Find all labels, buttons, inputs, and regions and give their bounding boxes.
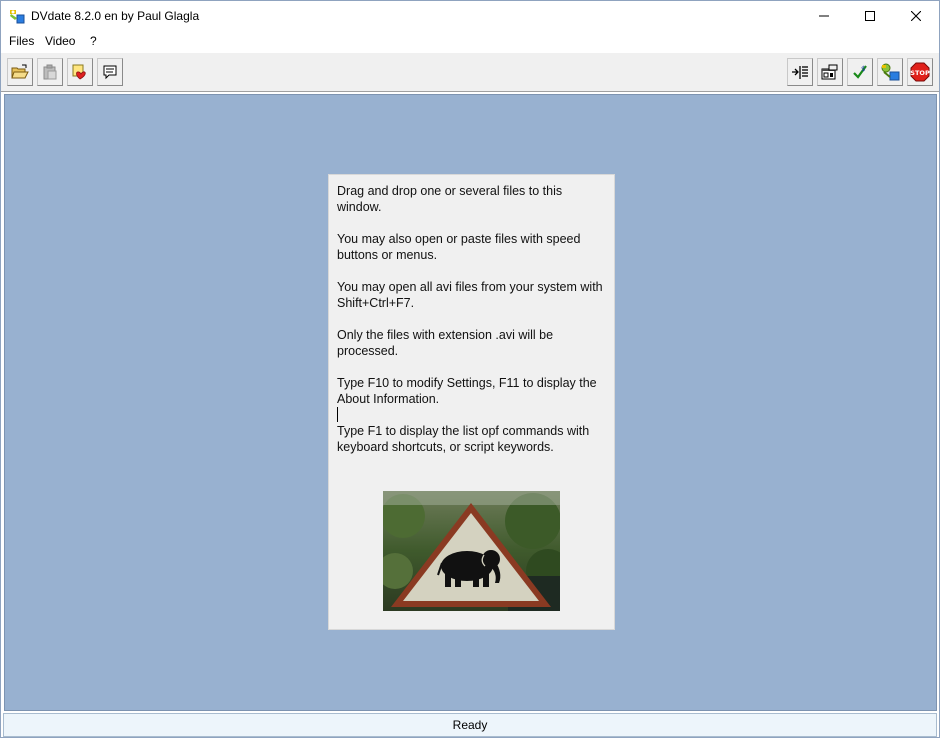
instructions-panel: Drag and drop one or several files to th… [328,174,615,630]
settings-dialog-icon [821,64,838,80]
paste-clipboard-icon [43,64,57,80]
list-arrow-icon [792,66,808,79]
checkmark-icon: $ [853,65,867,79]
heart-document-icon [72,64,86,80]
speech-bubble-icon [103,65,117,80]
close-icon [911,11,921,21]
menu-files[interactable]: Files [9,34,34,48]
favorites-button[interactable] [67,58,93,86]
instruction-drag-drop: Drag and drop one or several files to th… [337,184,563,214]
status-text: Ready [452,718,488,732]
stop-button[interactable]: STOP [907,58,933,86]
menu-video[interactable]: Video [45,34,75,48]
application-window: DVdate 8.2.0 en by Paul Glagla Files Vid… [0,0,940,738]
instruction-extension: Only the files with extension .avi will … [337,328,554,358]
svg-text:$: $ [861,65,865,73]
comment-button[interactable] [97,58,123,86]
paste-files-button[interactable] [37,58,63,86]
instructions-text: Drag and drop one or several files to th… [337,183,609,471]
about-info-icon [881,63,900,81]
instruction-open-paste: You may also open or paste files with sp… [337,232,581,262]
instruction-settings: Type F10 to modify Settings, F11 to disp… [337,376,597,406]
close-button[interactable] [893,1,939,31]
open-folder-icon [11,64,29,79]
svg-text:STOP: STOP [910,69,930,77]
toolbar: $ STOP [1,52,939,92]
text-caret-line [337,407,609,423]
about-button[interactable] [877,58,903,86]
minimize-icon [819,15,829,17]
menu-bar: Files Video ? [1,32,939,51]
instruction-commands: Type F1 to display the list opf commands… [337,424,590,454]
check-button[interactable]: $ [847,58,873,86]
drop-area[interactable]: Drag and drop one or several files to th… [4,94,937,711]
app-icon[interactable] [9,8,25,24]
maximize-button[interactable] [847,1,893,31]
minimize-button[interactable] [801,1,847,31]
title-bar[interactable]: DVdate 8.2.0 en by Paul Glagla [1,1,939,31]
text-caret [337,407,338,422]
settings-button[interactable] [817,58,843,86]
open-files-button[interactable] [7,58,33,86]
list-commands-button[interactable] [787,58,813,86]
menu-help[interactable]: ? [90,34,97,48]
status-bar: Ready [3,713,937,737]
window-title: DVdate 8.2.0 en by Paul Glagla [31,9,200,23]
instruction-open-all: You may open all avi files from your sys… [337,280,603,310]
elephant-sign-picture [383,491,560,611]
stop-sign-icon: STOP [910,62,930,82]
maximize-icon [865,11,875,21]
